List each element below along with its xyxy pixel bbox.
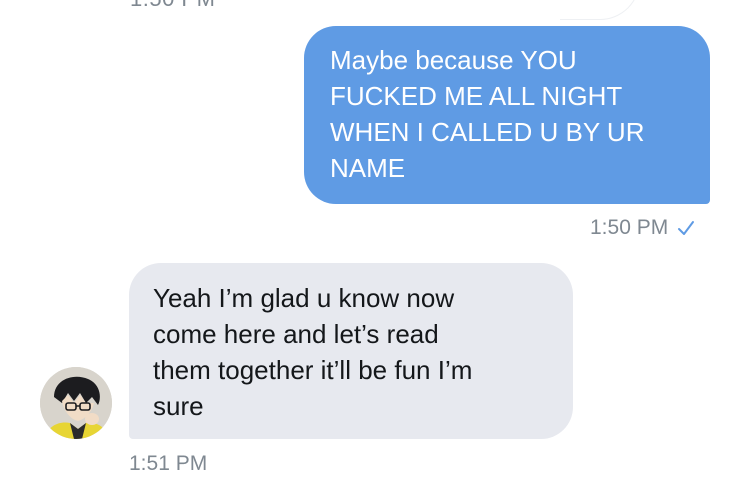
sent-message-bubble[interactable]: Maybe because YOU FUCKED ME ALL NIGHT WH… <box>304 26 710 204</box>
avatar-illustration <box>40 367 112 439</box>
previous-bubble-edge <box>560 0 640 20</box>
received-timestamp-text: 1:51 PM <box>129 452 208 475</box>
received-message-timestamp: 1:51 PM <box>129 452 207 476</box>
sent-message-timestamp: 1:50 PM <box>590 216 696 240</box>
sent-timestamp-text: 1:50 PM <box>590 216 669 239</box>
checkmark-icon <box>678 221 695 235</box>
previous-timestamp: 1:50 PM <box>130 0 215 12</box>
avatar-icon[interactable] <box>40 367 112 439</box>
chat-conversation: 1:50 PM Maybe because YOU FUCKED ME ALL … <box>0 0 750 502</box>
received-message-bubble[interactable]: Yeah I’m glad u know now come here and l… <box>129 263 573 439</box>
